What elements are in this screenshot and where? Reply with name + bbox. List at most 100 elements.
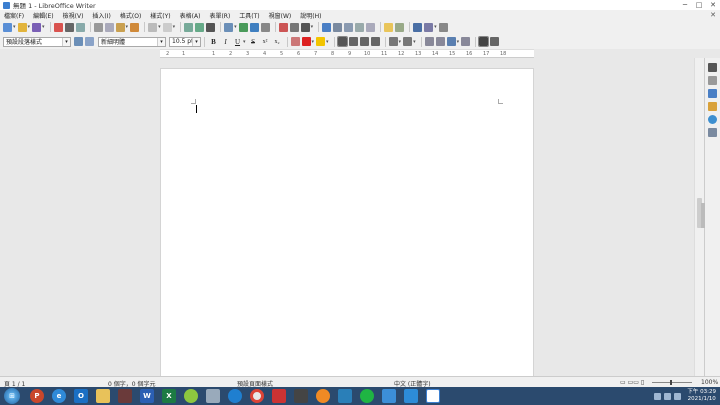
clear-formatting-icon[interactable]	[290, 37, 300, 46]
paragraph-style-combo[interactable]: 預設段落樣式 ▾	[3, 36, 71, 47]
chevron-down-icon[interactable]: ▾	[126, 24, 129, 30]
chevron-down-icon[interactable]: ▾	[62, 37, 70, 46]
horizontal-ruler[interactable]: 1 2 1 2 3 4 5 6 7 8 9 10 11 12 13 14 15 …	[160, 49, 534, 58]
properties-icon[interactable]	[708, 76, 717, 85]
new-document-icon[interactable]	[3, 22, 12, 32]
word-icon[interactable]: W	[140, 389, 154, 403]
open-folder-icon[interactable]	[17, 22, 27, 32]
edge-icon[interactable]	[228, 389, 242, 403]
powerpoint-icon[interactable]: P	[30, 389, 44, 403]
subscript-button[interactable]: x₂	[272, 36, 283, 47]
document-page[interactable]	[160, 68, 534, 383]
menu-file[interactable]: 檔案(F)	[4, 11, 24, 20]
cut-icon[interactable]	[93, 22, 103, 32]
sidebar-menu-icon[interactable]	[708, 63, 717, 72]
chrome-icon[interactable]	[250, 389, 264, 403]
footnote-icon[interactable]	[333, 22, 343, 32]
copy-icon[interactable]	[104, 22, 114, 32]
align-left-icon[interactable]	[336, 36, 348, 47]
outlook-icon[interactable]: O	[74, 389, 88, 403]
basic-shapes-icon[interactable]	[424, 22, 434, 32]
cross-reference-icon[interactable]	[366, 22, 376, 32]
font-name-combo[interactable]: 新細明體 ▾	[98, 36, 166, 47]
navigator-icon[interactable]	[708, 115, 717, 124]
bold-button[interactable]: B	[208, 36, 219, 47]
menu-form[interactable]: 表單(R)	[209, 11, 230, 20]
font-color-icon[interactable]	[301, 37, 311, 46]
paragraph-spacing-icon[interactable]	[461, 37, 471, 46]
zoom-slider[interactable]	[652, 380, 692, 385]
chevron-down-icon[interactable]: ▾	[399, 39, 402, 45]
media-player-icon[interactable]	[316, 389, 330, 403]
tray-network-icon[interactable]	[664, 392, 672, 400]
draw-functions-icon[interactable]	[438, 22, 448, 32]
export-pdf-icon[interactable]	[53, 22, 63, 32]
spelling-icon[interactable]	[195, 22, 205, 32]
comment-icon[interactable]	[384, 22, 394, 32]
view-layout-icons[interactable]: ▭ ▭▭ ▯	[620, 379, 644, 386]
gallery-icon[interactable]	[708, 102, 717, 111]
insert-chart-icon[interactable]	[249, 22, 259, 32]
save-icon[interactable]	[32, 22, 42, 32]
menu-insert[interactable]: 插入(I)	[92, 11, 110, 20]
new-style-icon[interactable]	[85, 37, 94, 46]
close-document-button[interactable]: ✕	[710, 11, 716, 19]
numbering-icon[interactable]	[403, 37, 413, 46]
image-app-icon[interactable]	[338, 389, 352, 403]
menu-styles[interactable]: 樣式(Y)	[150, 11, 170, 20]
underline-button[interactable]: U	[232, 36, 243, 47]
start-button[interactable]: ⊞	[4, 388, 20, 404]
zoom-level[interactable]: 100%	[701, 379, 718, 386]
chevron-down-icon[interactable]: ▾	[312, 39, 315, 45]
zoom-slider-thumb[interactable]	[670, 380, 672, 385]
rtl-paragraph-icon[interactable]	[490, 37, 500, 46]
align-center-icon[interactable]	[348, 37, 358, 46]
justify-icon[interactable]	[370, 37, 380, 46]
chevron-down-icon[interactable]: ▾	[413, 39, 416, 45]
insert-field-icon[interactable]	[289, 22, 299, 32]
internet-explorer-icon[interactable]: e	[52, 389, 66, 403]
paste-icon[interactable]	[115, 22, 125, 32]
minimize-button[interactable]: ─	[678, 0, 692, 10]
libreoffice-writer-icon[interactable]	[426, 389, 440, 403]
highlight-color-icon[interactable]	[316, 37, 326, 46]
align-right-icon[interactable]	[359, 37, 369, 46]
chevron-down-icon[interactable]: ▾	[173, 24, 176, 30]
hyperlink-icon[interactable]	[322, 22, 332, 32]
menu-tools[interactable]: 工具(T)	[239, 11, 259, 20]
media-app-icon[interactable]	[118, 389, 132, 403]
file-explorer-icon[interactable]	[96, 389, 110, 403]
menu-table[interactable]: 表格(A)	[180, 11, 201, 20]
close-window-button[interactable]: ✕	[706, 0, 720, 10]
superscript-button[interactable]: x²	[260, 36, 271, 47]
green-app-icon[interactable]	[184, 389, 198, 403]
character-app-icon[interactable]	[294, 389, 308, 403]
chevron-down-icon[interactable]: ▾	[158, 24, 161, 30]
remote-desktop-icon[interactable]	[382, 389, 396, 403]
insert-table-icon[interactable]	[224, 22, 234, 32]
ltr-paragraph-icon[interactable]	[478, 36, 490, 47]
redo-icon[interactable]	[162, 22, 172, 32]
menu-edit[interactable]: 編輯(E)	[33, 11, 53, 20]
bookmark-icon[interactable]	[355, 22, 365, 32]
system-clock[interactable]: 下午 03:29 2021/1/10	[687, 389, 716, 403]
page-break-icon[interactable]	[278, 22, 288, 32]
update-style-icon[interactable]	[74, 37, 83, 46]
track-changes-icon[interactable]	[395, 22, 405, 32]
decrease-indent-icon[interactable]	[435, 37, 445, 46]
print-preview-icon[interactable]	[75, 22, 85, 32]
insert-textbox-icon[interactable]	[260, 22, 270, 32]
chevron-down-icon[interactable]: ▾	[42, 24, 45, 30]
menu-help[interactable]: 說明(H)	[300, 11, 321, 20]
sidebar-grip[interactable]	[701, 203, 705, 228]
line-spacing-icon[interactable]	[446, 37, 456, 46]
chevron-down-icon[interactable]: ▾	[157, 37, 165, 46]
undo-icon[interactable]	[148, 22, 158, 32]
chevron-down-icon[interactable]: ▾	[234, 24, 237, 30]
endnote-icon[interactable]	[344, 22, 354, 32]
excel-icon[interactable]: X	[162, 389, 176, 403]
chevron-down-icon[interactable]: ▾	[311, 24, 314, 30]
increase-indent-icon[interactable]	[424, 37, 434, 46]
font-size-combo[interactable]: 10.5 pt ▾	[169, 36, 201, 47]
red-app-icon[interactable]	[272, 389, 286, 403]
